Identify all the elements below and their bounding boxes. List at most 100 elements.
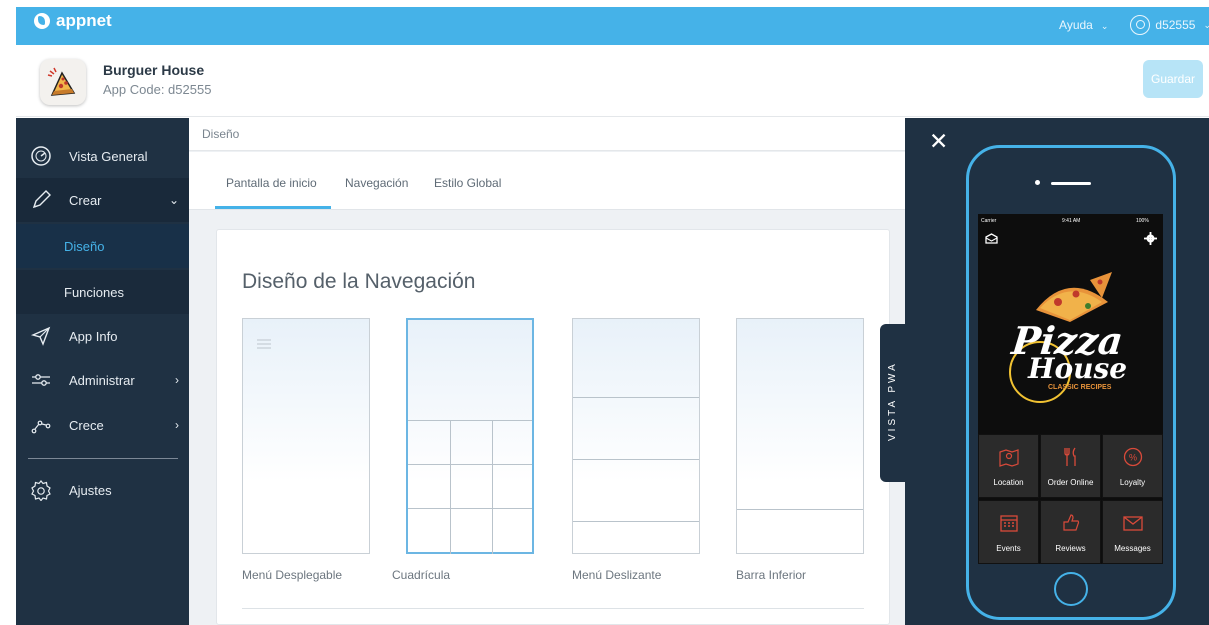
close-icon[interactable]: ✕ [929, 130, 948, 153]
grid-item-label: Events [996, 544, 1021, 553]
main-content: Diseño Pantalla de inicio Navegación Est… [189, 118, 905, 625]
calendar-icon [1000, 515, 1018, 532]
tab-pantalla-de-inicio[interactable]: Pantalla de inicio [226, 176, 317, 190]
sidebar-item-app-info[interactable]: App Info [16, 314, 189, 358]
logo-tagline: CLASSIC RECIPES [1048, 384, 1112, 391]
hamburger-icon [257, 339, 271, 349]
grid-item-order-online[interactable]: Order Online [1040, 434, 1101, 498]
sidebar-item-crear[interactable]: Crear ⌄ [16, 178, 189, 222]
sidebar-item-crece[interactable]: Crece › [16, 403, 189, 447]
gauge-icon [31, 146, 51, 166]
bottom-bar-line [737, 509, 863, 510]
top-bar: appnet Ayuda ⌄ d52555 ⌄ [16, 7, 1209, 45]
app-code: App Code: d52555 [103, 82, 212, 97]
help-menu[interactable]: Ayuda ⌄ [1059, 18, 1108, 32]
grid-item-loyalty[interactable]: % Loyalty [1102, 434, 1163, 498]
sidebar: Vista General Crear ⌄ Diseño Funciones A… [16, 118, 189, 625]
tab-navegacion[interactable]: Navegación [345, 176, 408, 190]
appnet-logo[interactable]: appnet [34, 11, 112, 31]
sidebar-item-label: Crear [69, 192, 102, 208]
growth-icon [31, 420, 51, 434]
status-bar: Carrier 9:41 AM 100% [978, 214, 1163, 228]
pwa-preview-panel: VISTA PWA ✕ Carrier 9:41 AM 100% Pizza H… [880, 118, 1209, 625]
layout-option-barra-inferior[interactable] [736, 318, 864, 554]
sidebar-item-vista-general[interactable]: Vista General [16, 134, 189, 178]
app-window: appnet Ayuda ⌄ d52555 ⌄ Burguer House [0, 0, 1209, 625]
grid-line [408, 420, 532, 421]
pizza-slice-icon [47, 67, 76, 96]
gear-icon[interactable] [1144, 232, 1157, 245]
sidebar-item-label: Funciones [64, 284, 124, 300]
app-header: Burguer House App Code: d52555 Guardar [16, 45, 1209, 117]
gear-icon [31, 480, 51, 501]
active-tab-indicator [215, 206, 331, 209]
app-feature-grid: Location Order Online % Loyalty Events R… [978, 434, 1163, 564]
sidebar-subitem-diseno[interactable]: Diseño [16, 224, 189, 268]
inbox-icon[interactable] [985, 233, 998, 244]
chevron-right-icon: › [175, 373, 179, 387]
layout-option-label: Cuadrícula [392, 568, 451, 582]
envelope-icon [1123, 516, 1143, 531]
chevron-down-icon: ⌄ [168, 193, 179, 207]
tab-estilo-global[interactable]: Estilo Global [434, 176, 501, 190]
top-right-menu: Ayuda ⌄ d52555 ⌄ [1059, 15, 1209, 35]
section-title: Diseño de la Navegación [242, 270, 476, 293]
save-button[interactable]: Guardar [1143, 60, 1203, 98]
sidebar-item-ajustes[interactable]: Ajustes [16, 468, 189, 512]
layout-option-menu-deslizante[interactable] [572, 318, 700, 554]
layout-option-cuadricula[interactable] [406, 318, 534, 554]
app-name: Burguer House [103, 62, 205, 78]
sidebar-item-label: Crece [69, 417, 104, 433]
phone-mockup: Carrier 9:41 AM 100% Pizza House CLASSIC… [966, 145, 1176, 620]
sidebar-item-label: App Info [69, 328, 118, 344]
grid-item-messages[interactable]: Messages [1102, 500, 1163, 564]
navigation-layout-card: Diseño de la Navegación Menú Desplegable… [216, 229, 890, 625]
sidebar-item-label: Diseño [64, 238, 105, 254]
battery-label: 100% [1136, 218, 1149, 224]
grid-item-events[interactable]: Events [978, 500, 1039, 564]
help-label: Ayuda [1059, 18, 1093, 32]
grid-item-label: Reviews [1055, 544, 1086, 553]
logo-line-2: House [1028, 352, 1128, 385]
layout-option-label: Menú Deslizante [572, 568, 662, 582]
menu-line [573, 521, 699, 522]
breadcrumb-item[interactable]: Diseño [202, 127, 239, 141]
vista-pwa-label: VISTA PWA [887, 361, 898, 441]
camera-dot [1035, 180, 1040, 185]
speaker-grille [1051, 182, 1091, 185]
tab-bar: Pantalla de inicio Navegación Estilo Glo… [189, 152, 905, 210]
breadcrumb: Diseño [189, 118, 905, 151]
sidebar-item-label: Administrar [69, 372, 135, 388]
user-menu[interactable]: d52555 ⌄ [1130, 15, 1209, 35]
cutlery-icon [1064, 447, 1076, 466]
sidebar-divider [28, 458, 178, 459]
chevron-down-icon: ⌄ [1100, 21, 1109, 31]
grid-item-label: Loyalty [1119, 478, 1146, 487]
chevron-down-icon: ⌄ [1203, 20, 1209, 31]
layout-option-menu-desplegable[interactable] [242, 318, 370, 554]
phone-screen: Carrier 9:41 AM 100% Pizza House CLASSIC… [978, 214, 1163, 564]
chevron-right-icon: › [175, 418, 179, 432]
grid-line [408, 464, 532, 465]
grid-item-reviews[interactable]: Reviews [1040, 500, 1101, 564]
user-icon [1130, 15, 1151, 35]
divider [242, 608, 864, 609]
grid-line [492, 420, 493, 554]
brand-name: appnet [56, 11, 112, 30]
send-icon [30, 326, 51, 346]
svg-text:%: % [1129, 453, 1137, 463]
sidebar-subitem-funciones[interactable]: Funciones [16, 270, 189, 314]
user-label: d52555 [1155, 18, 1196, 32]
grid-line [408, 508, 532, 509]
layout-option-label: Barra Inferior [736, 568, 807, 582]
carrier-label: Carrier [981, 218, 997, 224]
time-label: 9:41 AM [1062, 218, 1081, 224]
sidebar-item-label: Ajustes [69, 482, 112, 498]
menu-line [573, 459, 699, 460]
grid-item-label: Order Online [1047, 478, 1094, 487]
sidebar-item-administrar[interactable]: Administrar › [16, 358, 189, 402]
grid-item-label: Messages [1114, 544, 1151, 553]
app-icon [40, 59, 86, 105]
home-button [1054, 572, 1088, 606]
grid-item-location[interactable]: Location [978, 434, 1039, 498]
